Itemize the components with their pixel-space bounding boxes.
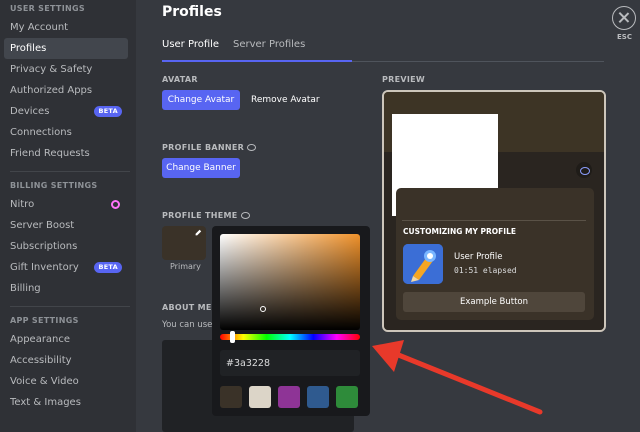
preview-divider: [402, 220, 586, 221]
sidebar-item-label: Privacy & Safety: [10, 64, 93, 75]
sidebar-item-label: Friend Requests: [10, 148, 90, 159]
hue-slider[interactable]: [220, 331, 360, 343]
sidebar-item-appearance[interactable]: Appearance: [4, 329, 128, 350]
sidebar-item-gift-inventory[interactable]: Gift Inventory BETA: [4, 257, 128, 278]
activity-name: User Profile: [454, 252, 503, 262]
preview-label: PREVIEW: [382, 75, 426, 84]
preset-color-swatch[interactable]: [307, 386, 329, 408]
sv-handle[interactable]: [260, 306, 266, 312]
profiles-main: Profiles User Profile Server Profiles AV…: [136, 0, 640, 432]
sidebar-item-voice-video[interactable]: Voice & Video: [4, 371, 128, 392]
color-picker-popup: [212, 226, 370, 416]
sidebar-item-profiles[interactable]: Profiles: [4, 38, 128, 59]
settings-sidebar: USER SETTINGS My Account Profiles Privac…: [0, 0, 136, 432]
sidebar-item-label: My Account: [10, 22, 69, 33]
remove-avatar-button[interactable]: Remove Avatar: [251, 95, 320, 105]
sidebar-item-label: Voice & Video: [10, 376, 79, 387]
sidebar-item-my-account[interactable]: My Account: [4, 17, 128, 38]
nitro-hint-icon: [247, 144, 257, 151]
example-button[interactable]: Example Button: [403, 292, 585, 312]
esc-label: ESC: [617, 33, 632, 41]
profile-preview-card: CUSTOMIZING MY PROFILE User Profile 01:5…: [382, 90, 606, 332]
tab-server-profiles[interactable]: Server Profiles: [233, 39, 305, 50]
preset-color-swatch[interactable]: [249, 386, 271, 408]
sidebar-item-label: Gift Inventory: [10, 262, 79, 273]
sidebar-item-subscriptions[interactable]: Subscriptions: [4, 236, 128, 257]
sidebar-item-accessibility[interactable]: Accessibility: [4, 350, 128, 371]
sidebar-heading: APP SETTINGS: [10, 316, 79, 325]
sidebar-item-label: Billing: [10, 283, 41, 294]
preset-color-swatch[interactable]: [336, 386, 358, 408]
profile-theme-label: PROFILE THEME: [162, 211, 250, 220]
sidebar-item-nitro[interactable]: Nitro: [4, 194, 128, 215]
profile-banner-label: PROFILE BANNER: [162, 143, 257, 152]
sidebar-item-label: Server Boost: [10, 220, 75, 231]
sidebar-item-label: Connections: [10, 127, 72, 138]
tab-user-profile[interactable]: User Profile: [162, 39, 219, 50]
close-button[interactable]: [612, 6, 636, 30]
hue-handle[interactable]: [230, 331, 235, 343]
sidebar-section-user-settings: USER SETTINGS My Account Profiles Privac…: [4, 4, 130, 413]
sidebar-item-devices[interactable]: Devices BETA: [4, 101, 128, 122]
sidebar-item-label: Devices: [10, 106, 50, 117]
activity-time: 01:51 elapsed: [454, 266, 517, 275]
sidebar-item-label: Appearance: [10, 334, 71, 345]
preset-color-swatch[interactable]: [278, 386, 300, 408]
sidebar-heading: USER SETTINGS: [10, 4, 85, 13]
sidebar-item-label: Authorized Apps: [10, 85, 93, 96]
pencil-art-icon: [403, 244, 443, 284]
hex-color-input[interactable]: [220, 350, 360, 376]
preview-activity-card: CUSTOMIZING MY PROFILE User Profile 01:5…: [396, 188, 594, 320]
eyedropper-icon: [195, 229, 202, 236]
change-avatar-button[interactable]: Change Avatar: [162, 90, 240, 110]
sidebar-item-friend-requests[interactable]: Friend Requests: [4, 143, 128, 164]
sidebar-heading: BILLING SETTINGS: [10, 181, 98, 190]
change-banner-button[interactable]: Change Banner: [162, 158, 240, 178]
sidebar-item-authorized-apps[interactable]: Authorized Apps: [4, 80, 128, 101]
primary-color-label: Primary: [170, 262, 201, 271]
nitro-icon: [111, 200, 120, 209]
activity-heading: CUSTOMIZING MY PROFILE: [403, 227, 516, 236]
sidebar-item-server-boost[interactable]: Server Boost: [4, 215, 128, 236]
preset-color-swatch[interactable]: [220, 386, 242, 408]
page-title: Profiles: [162, 4, 222, 20]
nitro-badge-icon: [576, 162, 592, 178]
beta-badge: BETA: [94, 106, 122, 117]
sidebar-item-billing[interactable]: Billing: [4, 278, 128, 299]
primary-color-swatch[interactable]: [162, 226, 206, 260]
avatar-label: AVATAR: [162, 75, 198, 84]
nitro-hint-icon: [240, 212, 250, 219]
saturation-value-area[interactable]: [220, 234, 360, 330]
sidebar-item-label: Nitro: [10, 199, 35, 210]
active-tab-indicator: [162, 60, 352, 62]
sidebar-item-text-images[interactable]: Text & Images: [4, 392, 128, 413]
about-me-hint: You can use m: [162, 320, 212, 330]
profile-theme-label-text: PROFILE THEME: [162, 211, 238, 220]
about-me-label: ABOUT ME: [162, 303, 212, 312]
sidebar-item-label: Profiles: [10, 43, 47, 54]
profile-banner-label-text: PROFILE BANNER: [162, 143, 245, 152]
sidebar-item-connections[interactable]: Connections: [4, 122, 128, 143]
sidebar-item-label: Text & Images: [10, 397, 81, 408]
beta-badge: BETA: [94, 262, 122, 273]
sidebar-item-label: Accessibility: [10, 355, 72, 366]
sidebar-item-privacy-safety[interactable]: Privacy & Safety: [4, 59, 128, 80]
sidebar-item-label: Subscriptions: [10, 241, 78, 252]
